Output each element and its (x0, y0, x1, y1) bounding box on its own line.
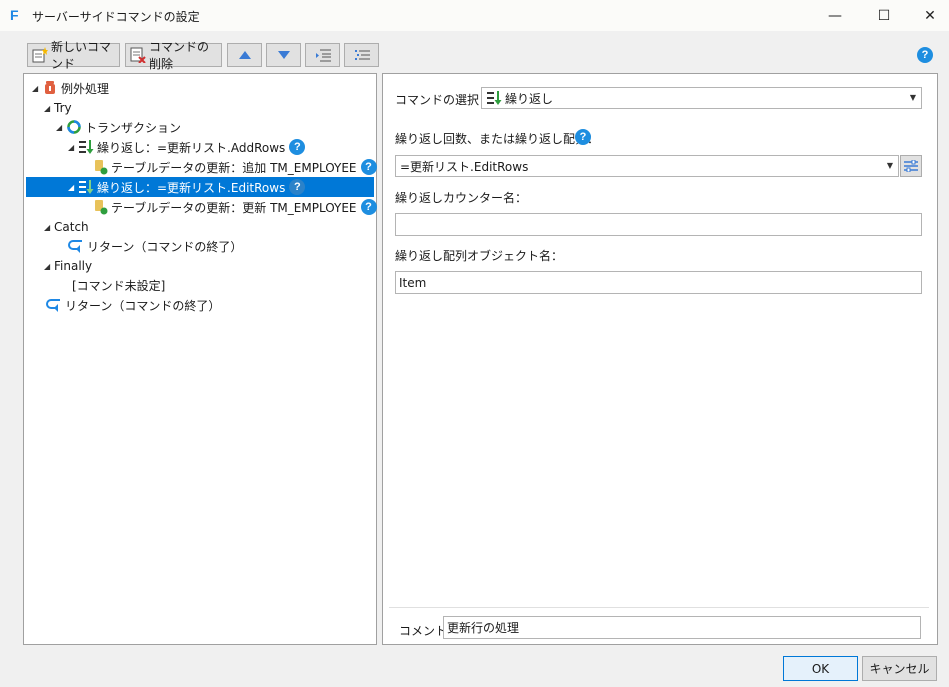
outdent-button[interactable] (344, 43, 379, 67)
maximize-icon: ☐ (877, 7, 891, 24)
close-icon: ✕ (924, 7, 936, 24)
command-select-value: 繰り返し (505, 91, 554, 106)
counter-name-input[interactable] (395, 213, 922, 236)
ok-button[interactable]: OK (783, 656, 858, 681)
repeat-icon (78, 139, 94, 155)
collapse-arrow-icon[interactable]: ◢ (44, 223, 54, 232)
repeat-icon (78, 179, 94, 195)
tree-item-label: Finally (54, 259, 93, 273)
minimize-icon: — (828, 7, 842, 24)
tree-item-label: 繰り返し：=更新リスト.EditRows (97, 180, 286, 195)
indent-icon (315, 48, 331, 62)
move-up-button[interactable] (227, 43, 262, 67)
table-update-icon (92, 199, 108, 215)
app-logo-icon: F (10, 7, 19, 23)
command-select-label: コマンドの選択： (395, 93, 492, 107)
table-update-icon (92, 159, 108, 175)
delete-command-icon (130, 47, 146, 63)
repeat-array-value: =更新リスト.EditRows (400, 159, 529, 174)
repeat-label: 繰り返し回数、または繰り返し配列： (395, 132, 600, 146)
list-icon (354, 49, 370, 61)
formula-editor-button[interactable] (900, 155, 922, 177)
new-command-label: 新しいコマンド (51, 40, 112, 71)
dropdown-arrow-icon[interactable]: ▼ (910, 93, 916, 102)
help-icon[interactable]: ? (575, 129, 591, 145)
help-icon[interactable]: ? (917, 47, 933, 63)
new-command-button[interactable]: 新しいコマンド (27, 40, 120, 71)
collapse-arrow-icon[interactable]: ◢ (68, 183, 78, 192)
formula-icon (904, 160, 918, 172)
tree-item-label: 例外処理 (61, 81, 110, 96)
help-icon[interactable]: ? (360, 199, 377, 215)
tree-item-label: リターン（コマンドの終了） (87, 239, 243, 254)
tree-item-label: テーブルデータの更新：追加 TM_EMPLOYEE (111, 160, 357, 175)
tree-item-exception[interactable]: ◢ 例外処理 (32, 78, 109, 98)
tree-item-update-add[interactable]: テーブルデータの更新：追加 TM_EMPLOYEE ? (92, 157, 377, 177)
window-title: サーバーサイドコマンドの設定 (32, 10, 200, 24)
tree-item-repeat-addrows[interactable]: ◢ 繰り返し：=更新リスト.AddRows ? (68, 137, 306, 157)
arrow-up-icon (238, 51, 251, 59)
tree-item-catch[interactable]: ◢ Catch (44, 217, 89, 237)
command-select[interactable]: 繰り返し ▼ (481, 87, 922, 109)
close-button[interactable]: ✕ (907, 0, 949, 31)
arrow-down-icon (277, 51, 290, 59)
indent-button[interactable] (305, 43, 340, 67)
exception-icon (42, 80, 58, 96)
help-icon[interactable]: ? (289, 179, 306, 195)
counter-label: 繰り返しカウンター名： (395, 191, 528, 205)
return-icon (46, 297, 62, 313)
tree-item-label: Catch (54, 220, 89, 234)
tree-item-label: トランザクション (85, 120, 182, 135)
tree-item-transaction[interactable]: ◢ トランザクション (56, 117, 181, 137)
collapse-arrow-icon[interactable]: ◢ (44, 262, 54, 271)
delete-command-button[interactable]: コマンドの削除 (125, 40, 222, 71)
comment-label: コメント (399, 624, 448, 638)
command-tree[interactable]: ◢ 例外処理 ◢ Try ◢ トランザクション ◢ 繰り返し：=更新リスト.Ad… (23, 73, 377, 645)
tree-item-return[interactable]: リターン（コマンドの終了） (46, 295, 220, 315)
tree-item-label: テーブルデータの更新：更新 TM_EMPLOYEE (111, 200, 357, 215)
tree-item-return-catch[interactable]: リターン（コマンドの終了） (68, 236, 242, 256)
collapse-arrow-icon[interactable]: ◢ (56, 123, 66, 132)
minimize-button[interactable]: — (812, 0, 858, 31)
tree-item-label: [コマンド未設定] (72, 278, 166, 293)
title-bar: F サーバーサイドコマンドの設定 — ☐ ✕ (0, 0, 949, 31)
tree-item-label: 繰り返し：=更新リスト.AddRows (97, 140, 286, 155)
collapse-arrow-icon[interactable]: ◢ (68, 143, 78, 152)
dropdown-arrow-icon[interactable]: ▼ (887, 161, 893, 170)
move-down-button[interactable] (266, 43, 301, 67)
delete-command-label: コマンドの削除 (149, 40, 210, 71)
divider (389, 607, 929, 608)
tree-item-unset[interactable]: [コマンド未設定] (72, 275, 165, 295)
return-icon (68, 238, 84, 254)
new-command-icon (32, 47, 48, 63)
object-name-input[interactable]: Item (395, 271, 922, 294)
cancel-button[interactable]: キャンセル (862, 656, 937, 681)
help-icon[interactable]: ? (289, 139, 306, 155)
tree-item-finally[interactable]: ◢ Finally (44, 256, 92, 276)
tree-item-label: リターン（コマンドの終了） (65, 298, 221, 313)
collapse-arrow-icon[interactable]: ◢ (44, 104, 54, 113)
object-label: 繰り返し配列オブジェクト名： (395, 249, 564, 263)
tree-item-repeat-editrows[interactable]: ◢ 繰り返し：=更新リスト.EditRows ? (26, 177, 374, 197)
transaction-icon (66, 119, 82, 135)
repeat-array-combo[interactable]: =更新リスト.EditRows ▼ (395, 155, 899, 177)
collapse-arrow-icon[interactable]: ◢ (32, 84, 42, 93)
comment-input[interactable]: 更新行の処理 (443, 616, 921, 639)
command-detail-panel: コマンドの選択： 繰り返し ▼ 繰り返し回数、または繰り返し配列： ? =更新リ… (382, 73, 938, 645)
tree-item-try[interactable]: ◢ Try (44, 98, 72, 118)
maximize-button[interactable]: ☐ (861, 0, 907, 31)
tree-item-label: Try (54, 101, 72, 115)
tree-item-update-edit[interactable]: テーブルデータの更新：更新 TM_EMPLOYEE ? (92, 197, 377, 217)
help-icon[interactable]: ? (360, 159, 377, 175)
repeat-icon (486, 90, 502, 106)
